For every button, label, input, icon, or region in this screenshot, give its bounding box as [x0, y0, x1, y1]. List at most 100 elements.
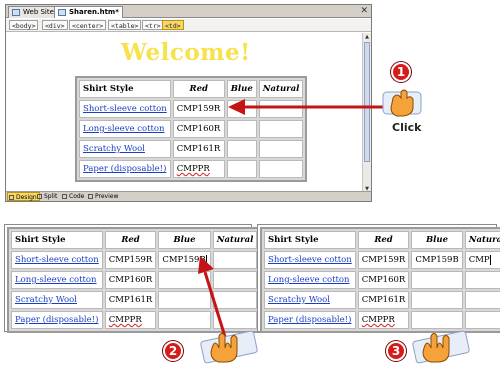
shirt-table-step3: Shirt Style Red Blue Natural Short-sleev… [260, 227, 500, 333]
html-file-icon [58, 9, 66, 16]
tag-table[interactable]: <table> [108, 20, 142, 30]
blue-code-cell[interactable] [226, 120, 257, 138]
column-header[interactable]: Red [172, 80, 225, 98]
red-code-cell[interactable]: CMP161R [172, 140, 225, 158]
red-code-cell[interactable]: CMP159R [357, 251, 410, 269]
red-code-cell[interactable]: CMP161R [104, 291, 157, 309]
blue-code-cell[interactable] [226, 160, 257, 178]
cell-text: CMP159B [162, 255, 206, 265]
blue-code-cell[interactable] [226, 100, 257, 118]
red-code-cell[interactable]: CMP160R [357, 271, 410, 289]
screenshot-root: Web Site Sharen.htm* ✕ <body> <div> <cen… [0, 0, 500, 374]
red-code-cell[interactable]: CMPPR [172, 160, 225, 178]
shirt-style-link[interactable]: Long-sleeve cotton [11, 271, 103, 289]
blue-code-cell[interactable] [411, 311, 463, 329]
blue-code-cell[interactable] [411, 271, 463, 289]
blue-code-cell[interactable]: CMP159B [411, 251, 463, 269]
blue-code-cell[interactable] [158, 271, 211, 289]
table-row: Short-sleeve cotton CMP159R CMP159B CMP [264, 251, 500, 269]
scrollbar-thumb[interactable] [364, 42, 370, 162]
column-header[interactable]: Shirt Style [11, 231, 103, 249]
shirt-style-link[interactable]: Short-sleeve cotton [79, 100, 171, 118]
split-mode-button[interactable]: Split [36, 192, 59, 201]
column-header[interactable]: Red [357, 231, 410, 249]
code-mode-button[interactable]: Code [61, 192, 86, 201]
shirt-style-link[interactable]: Paper (disposable!) [11, 311, 103, 329]
step-2-badge: 2 [163, 341, 183, 361]
natural-code-cell[interactable] [464, 271, 500, 289]
table-row: Scratchy Wool CMP161R [264, 291, 500, 309]
column-header[interactable]: Natural [258, 80, 304, 98]
table-row: Paper (disposable!) CMPPR [264, 311, 500, 329]
natural-code-cell[interactable] [258, 120, 304, 138]
blue-code-cell[interactable]: CMP159B [158, 251, 211, 269]
column-header[interactable]: Blue [226, 80, 257, 98]
natural-code-cell[interactable] [212, 311, 258, 329]
tag-td[interactable]: <td> [162, 20, 184, 30]
shirt-style-link[interactable]: Scratchy Wool [79, 140, 171, 158]
red-code-cell[interactable]: CMP160R [172, 120, 225, 138]
quick-tag-selector: <body> <div> <center> <table> <tr> <td> [6, 19, 371, 32]
red-code-cell[interactable]: CMP159R [104, 251, 157, 269]
column-header[interactable]: Red [104, 231, 157, 249]
vertical-scrollbar[interactable]: ▲ ▼ [362, 33, 371, 193]
shirt-style-link[interactable]: Short-sleeve cotton [11, 251, 103, 269]
preview-mode-button[interactable]: Preview [87, 192, 120, 201]
shirt-style-link[interactable]: Short-sleeve cotton [264, 251, 356, 269]
tag-body[interactable]: <body> [9, 20, 39, 30]
cell-text: CMPPR [361, 315, 395, 325]
table-row: Long-sleeve cotton CMP160R [264, 271, 500, 289]
blue-code-cell[interactable] [158, 291, 211, 309]
red-code-cell[interactable]: CMP160R [104, 271, 157, 289]
red-code-cell[interactable]: CMP161R [357, 291, 410, 309]
natural-code-cell[interactable] [258, 140, 304, 158]
column-header[interactable]: Natural [212, 231, 258, 249]
design-icon [9, 195, 14, 200]
pointing-hand-icon [382, 89, 422, 117]
table-row: Short-sleeve cotton CMP159R [79, 100, 304, 118]
tab-sharen-htm[interactable]: Sharen.htm* [54, 6, 123, 18]
shirt-style-link[interactable]: Scratchy Wool [11, 291, 103, 309]
natural-code-cell[interactable] [258, 100, 304, 118]
column-header[interactable]: Shirt Style [264, 231, 356, 249]
mode-label: Split [44, 193, 58, 200]
tag-tr[interactable]: <tr> [142, 20, 164, 30]
natural-code-cell[interactable] [212, 271, 258, 289]
tag-center[interactable]: <center> [69, 20, 107, 30]
blue-code-cell[interactable] [411, 291, 463, 309]
natural-code-cell[interactable]: CMP [464, 251, 500, 269]
design-mode-button[interactable]: Design [7, 192, 40, 201]
column-header[interactable]: Blue [158, 231, 211, 249]
shirt-style-link[interactable]: Long-sleeve cotton [79, 120, 171, 138]
shirt-style-link[interactable]: Long-sleeve cotton [264, 271, 356, 289]
preview-icon [88, 194, 93, 199]
natural-code-cell[interactable] [212, 251, 258, 269]
table-row: Short-sleeve cotton CMP159R CMP159B [11, 251, 258, 269]
red-code-cell[interactable]: CMP159R [172, 100, 225, 118]
mode-label: Code [69, 193, 85, 200]
shirt-style-link[interactable]: Paper (disposable!) [264, 311, 356, 329]
column-header[interactable]: Natural [464, 231, 500, 249]
mode-label: Design [16, 194, 37, 201]
natural-code-cell[interactable] [258, 160, 304, 178]
table-row: Paper (disposable!) CMPPR [11, 311, 258, 329]
tab-web-site[interactable]: Web Site [8, 6, 58, 18]
click-label: Click [392, 121, 422, 134]
column-header[interactable]: Shirt Style [79, 80, 171, 98]
code-icon [62, 194, 67, 199]
red-code-cell[interactable]: CMPPR [357, 311, 410, 329]
close-icon[interactable]: ✕ [360, 6, 368, 17]
scroll-up-icon[interactable]: ▲ [363, 33, 371, 41]
tab-label: Web Site [23, 8, 54, 16]
tag-div[interactable]: <div> [42, 20, 68, 30]
column-header[interactable]: Blue [411, 231, 463, 249]
shirt-style-link[interactable]: Paper (disposable!) [79, 160, 171, 178]
natural-code-cell[interactable] [212, 291, 258, 309]
red-code-cell[interactable]: CMPPR [104, 311, 157, 329]
mode-label: Preview [95, 193, 119, 200]
shirt-style-link[interactable]: Scratchy Wool [264, 291, 356, 309]
natural-code-cell[interactable] [464, 311, 500, 329]
blue-code-cell[interactable] [158, 311, 211, 329]
natural-code-cell[interactable] [464, 291, 500, 309]
blue-code-cell[interactable] [226, 140, 257, 158]
